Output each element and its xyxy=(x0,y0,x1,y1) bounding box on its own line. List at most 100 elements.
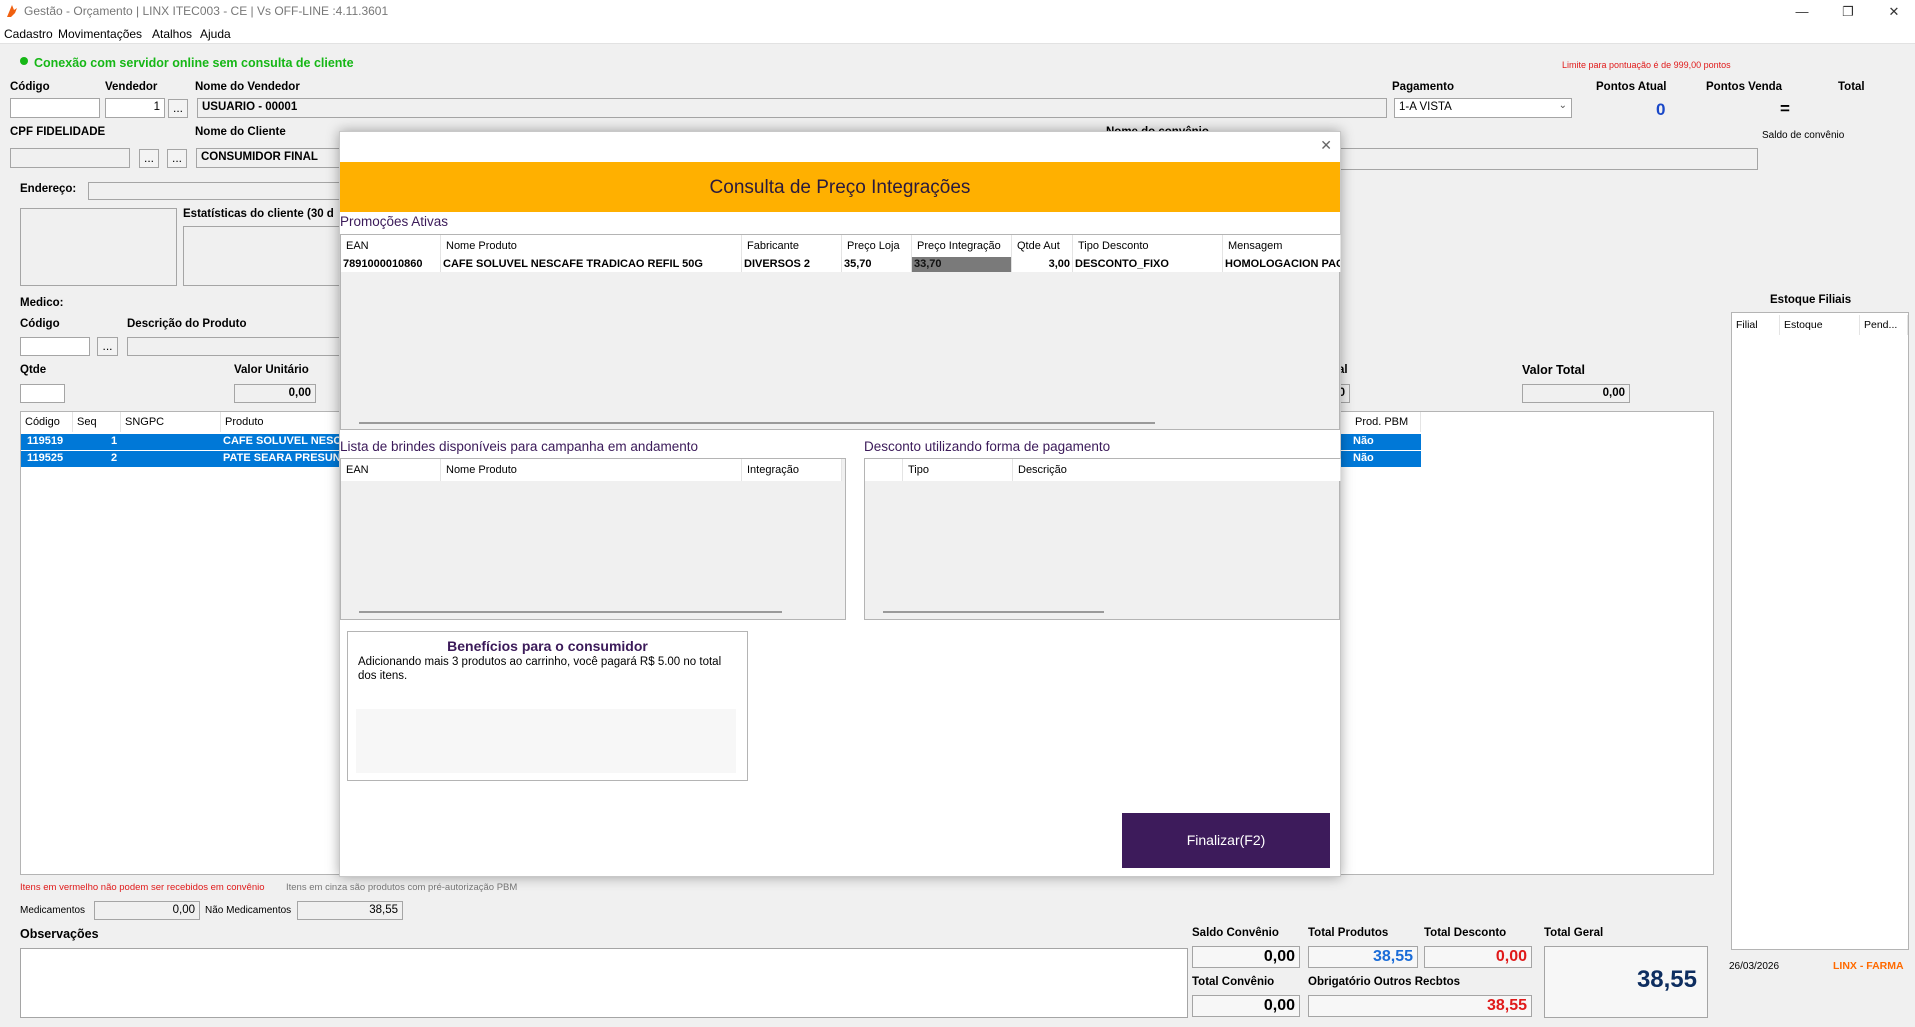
row-produto: CAFE SOLUVEL NESCA xyxy=(223,435,350,447)
brand-label: LINX - FARMA xyxy=(1833,960,1904,972)
col-seq[interactable]: Seq xyxy=(73,412,121,432)
vendedor-input[interactable]: 1 xyxy=(105,98,165,118)
endereco-label: Endereço: xyxy=(20,183,77,195)
nome-vendedor-field: USUARIO - 00001 xyxy=(197,98,1387,118)
promo-nome[interactable]: CAFE SOLUVEL NESCAFE TRADICAO REFIL 50G xyxy=(441,257,742,272)
estoque-title: Estoque Filiais xyxy=(1770,294,1852,306)
promo-preco-integracao[interactable]: 33,70 xyxy=(912,257,1012,272)
col-pend[interactable]: Pend... xyxy=(1860,315,1908,335)
promo-qtde-aut[interactable]: 3,00 xyxy=(1012,257,1073,272)
pagamento-select[interactable]: 1-A VISTA ⌄ xyxy=(1394,98,1572,118)
obrigatorio-label: Obrigatório Outros Recbtos xyxy=(1308,976,1461,988)
desconto-scrollbar[interactable] xyxy=(883,611,1104,613)
valor-unitario-label: Valor Unitário xyxy=(234,364,309,376)
menu-atalhos[interactable]: Atalhos xyxy=(152,27,192,41)
nome-cliente-label: Nome do Cliente xyxy=(195,126,286,138)
col-mensagem[interactable]: Mensagem xyxy=(1223,235,1341,257)
dialog-header: Consulta de Preço Integrações xyxy=(340,162,1340,212)
vendedor-search-button[interactable]: ... xyxy=(168,99,188,118)
total-geral-field: 38,55 xyxy=(1544,946,1708,1018)
col-ean[interactable]: EAN xyxy=(341,235,441,257)
minimize-button[interactable]: — xyxy=(1784,2,1820,22)
estoque-grid[interactable]: Filial Estoque Pend... xyxy=(1731,312,1909,950)
col-desconto-descricao[interactable]: Descrição xyxy=(1013,459,1341,481)
cliente-search-button[interactable]: ... xyxy=(167,149,187,168)
menu-movimentacoes[interactable]: Movimentações xyxy=(58,27,142,41)
col-brinde-ean[interactable]: EAN xyxy=(341,459,441,481)
col-tipo-desconto[interactable]: Tipo Desconto xyxy=(1073,235,1223,257)
codigo-input[interactable] xyxy=(10,98,100,118)
promocoes-scrollbar[interactable] xyxy=(359,422,1155,424)
desc-produto-label: Descrição do Produto xyxy=(127,318,247,330)
promo-mensagem[interactable]: HOMOLOGACION PAC xyxy=(1223,257,1341,272)
nome-vendedor-label: Nome do Vendedor xyxy=(195,81,300,93)
row-codigo: 119519 xyxy=(27,435,64,447)
connection-status-icon xyxy=(20,57,28,65)
total-desconto-label: Total Desconto xyxy=(1424,927,1507,939)
row-produto: PATE SEARA PRESUNT xyxy=(223,452,348,464)
medicamentos-field: 0,00 xyxy=(94,901,200,920)
codigo2-label: Código xyxy=(20,318,60,330)
valor-unitario-field: 0,00 xyxy=(234,384,316,403)
cpf-label: CPF FIDELIDADE xyxy=(10,126,106,138)
promo-fabricante[interactable]: DIVERSOS 2 xyxy=(742,257,842,272)
close-icon[interactable]: ✕ xyxy=(1320,137,1332,154)
title-bar: Gestão - Orçamento | LINX ITEC003 - CE |… xyxy=(0,0,1915,24)
codigo-label: Código xyxy=(10,81,50,93)
col-preco-integracao[interactable]: Preço Integração xyxy=(912,235,1012,257)
col-brinde-nome[interactable]: Nome Produto xyxy=(441,459,742,481)
col-desconto-tipo[interactable]: Tipo xyxy=(903,459,1013,481)
cpf-input[interactable] xyxy=(10,148,130,168)
total-desconto-field: 0,00 xyxy=(1424,946,1532,968)
col-filial[interactable]: Filial xyxy=(1732,315,1780,335)
col-brinde-integracao[interactable]: Integração xyxy=(742,459,842,481)
produto-search-button[interactable]: ... xyxy=(97,337,118,356)
close-window-button[interactable]: ✕ xyxy=(1876,2,1912,22)
col-codigo[interactable]: Código xyxy=(21,412,73,432)
col-sngpc[interactable]: SNGPC xyxy=(121,412,221,432)
col-qtde-aut[interactable]: Qtde Aut xyxy=(1012,235,1073,257)
finalizar-button[interactable]: Finalizar(F2) xyxy=(1122,813,1330,868)
nao-medicamentos-field: 38,55 xyxy=(297,901,403,920)
total-produtos-field: 38,55 xyxy=(1308,946,1418,968)
dialog-title: Consulta de Preço Integrações xyxy=(709,177,971,198)
col-fabricante[interactable]: Fabricante xyxy=(742,235,842,257)
endereco-field xyxy=(88,182,358,200)
pontos-equals: = xyxy=(1780,99,1790,118)
total-pontos-label: Total xyxy=(1838,81,1865,93)
desc-produto-input[interactable] xyxy=(127,337,357,356)
col-desconto-blank[interactable] xyxy=(865,459,903,481)
total-convenio-field: 0,00 xyxy=(1192,995,1300,1017)
row-codigo: 119525 xyxy=(27,452,64,464)
col-preco-loja[interactable]: Preço Loja xyxy=(842,235,912,257)
menu-bar: Cadastro Movimentações Atalhos Ajuda xyxy=(0,24,1915,44)
promo-tipo-desconto[interactable]: DESCONTO_FIXO xyxy=(1073,257,1223,272)
beneficios-title: Benefícios para o consumidor xyxy=(447,638,648,654)
row-seq: 2 xyxy=(111,452,118,464)
col-estoque[interactable]: Estoque xyxy=(1780,315,1860,335)
app-logo-icon xyxy=(7,5,17,17)
convenio-field xyxy=(1340,148,1758,170)
col-prod-pbm[interactable]: Prod. PBM xyxy=(1351,412,1421,432)
valor-total-field: 0,00 xyxy=(1522,384,1630,403)
desconto-grid[interactable]: Tipo Descrição xyxy=(864,458,1341,620)
promo-preco-loja[interactable]: 35,70 xyxy=(842,257,912,272)
points-limit-note: Limite para pontuação é de 999,00 pontos xyxy=(1562,60,1731,70)
estatisticas-box xyxy=(183,226,353,286)
observacoes-textarea[interactable] xyxy=(20,948,1188,1018)
qtde-label: Qtde xyxy=(20,364,47,376)
cpf-search-button[interactable]: ... xyxy=(139,149,159,168)
restore-button[interactable]: ❐ xyxy=(1830,2,1866,22)
menu-ajuda[interactable]: Ajuda xyxy=(200,27,231,41)
qtde-input[interactable] xyxy=(20,384,65,403)
brindes-scrollbar[interactable] xyxy=(359,611,782,613)
promo-ean[interactable]: 7891000010860 xyxy=(341,257,441,272)
valor-total-label: Valor Total xyxy=(1522,363,1585,377)
col-nome-produto[interactable]: Nome Produto xyxy=(441,235,742,257)
promocoes-grid[interactable]: EAN Nome Produto Fabricante Preço Loja P… xyxy=(340,234,1341,430)
produto-codigo-input[interactable] xyxy=(20,337,90,356)
brindes-grid[interactable]: EAN Nome Produto Integração xyxy=(340,458,846,620)
menu-cadastro[interactable]: Cadastro xyxy=(4,27,53,41)
observacoes-label: Observações xyxy=(20,927,99,941)
row-seq: 1 xyxy=(111,435,118,447)
